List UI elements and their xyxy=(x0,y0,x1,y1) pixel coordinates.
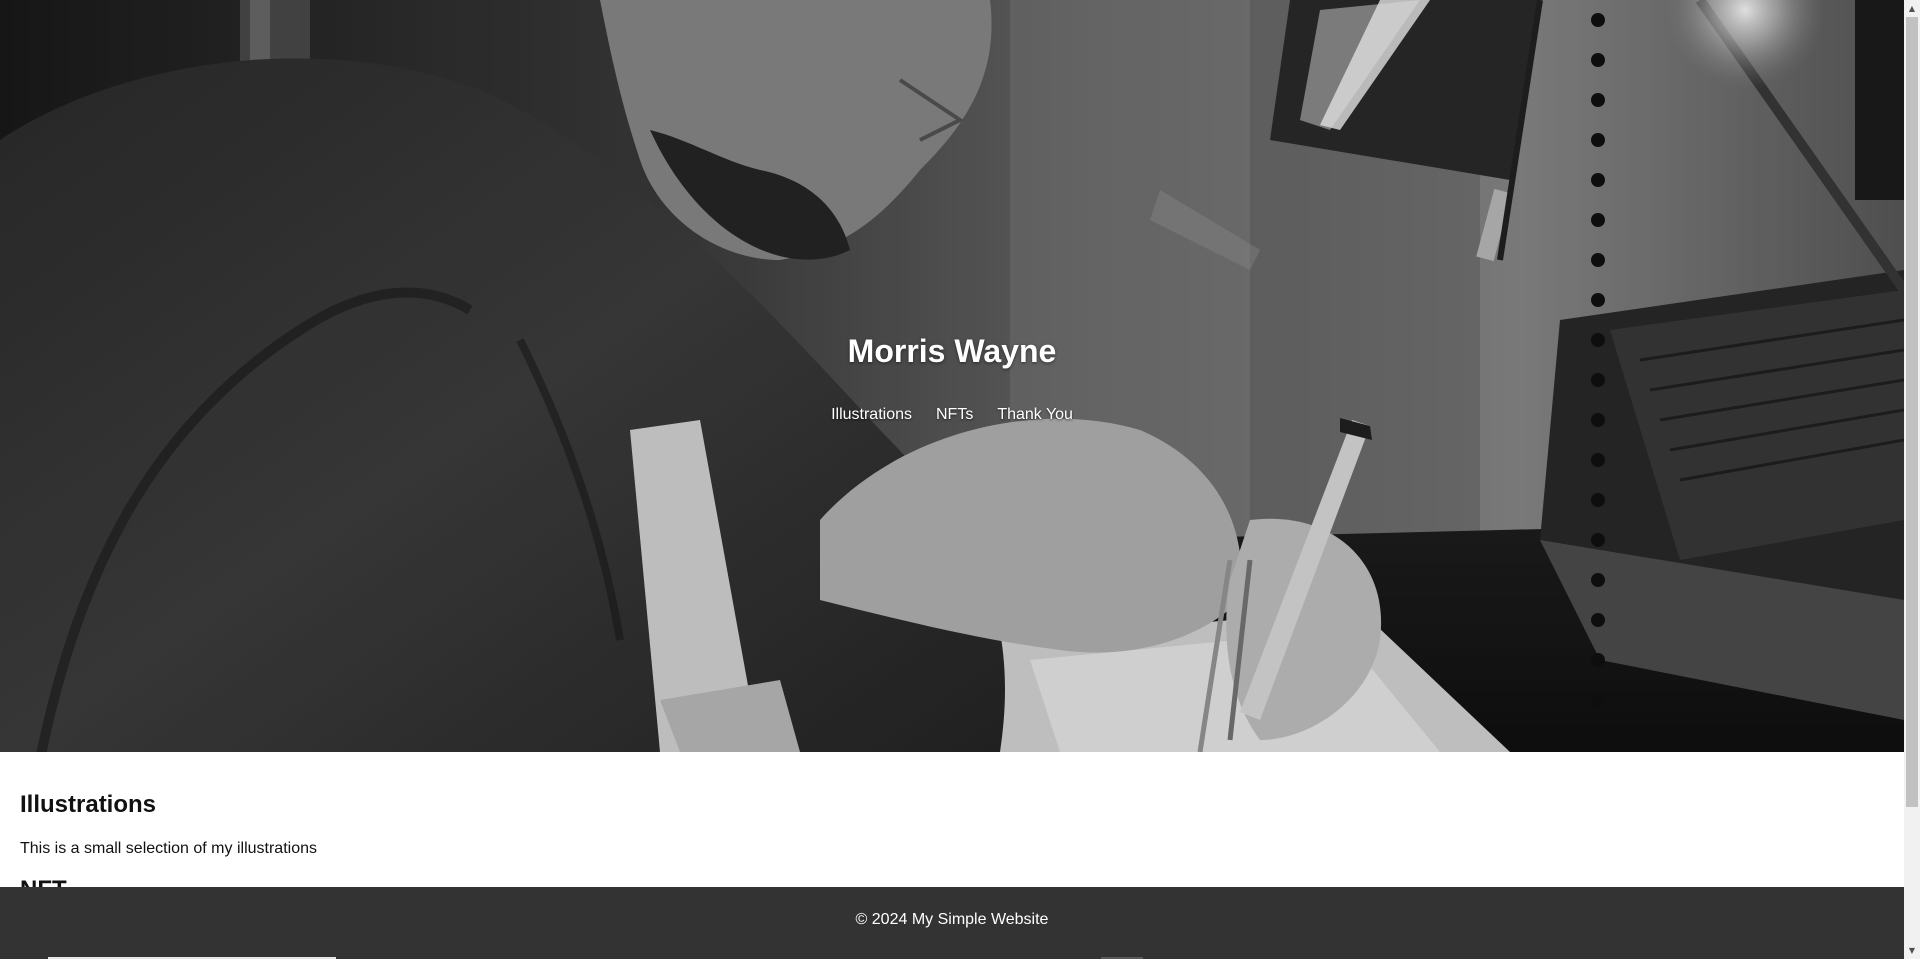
page: Morris Wayne Illustrations NFTs Thank Yo… xyxy=(0,0,1920,959)
nav-link-thank-you[interactable]: Thank You xyxy=(997,404,1073,426)
hero-banner: Morris Wayne Illustrations NFTs Thank Yo… xyxy=(0,0,1904,752)
nav-link-illustrations[interactable]: Illustrations xyxy=(831,404,912,426)
scrollbar-thumb[interactable] xyxy=(1906,17,1918,807)
illustrations-heading: Illustrations xyxy=(20,791,157,818)
scroll-down-arrow-icon[interactable]: ▼ xyxy=(1904,942,1920,959)
scroll-up-arrow-icon[interactable]: ▲ xyxy=(1904,0,1920,17)
illustrations-description: This is a small selection of my illustra… xyxy=(20,840,317,857)
page-content: Morris Wayne Illustrations NFTs Thank Yo… xyxy=(0,0,1904,959)
footer-copyright: © 2024 My Simple Website xyxy=(855,911,1049,928)
hero-text: Morris Wayne Illustrations NFTs Thank Yo… xyxy=(0,0,1904,752)
nav-link-nfts[interactable]: NFTs xyxy=(936,404,973,426)
footer: © 2024 My Simple Website xyxy=(0,887,1904,959)
vertical-scrollbar[interactable]: ▲ ▼ xyxy=(1904,0,1920,959)
main-nav: Illustrations NFTs Thank You xyxy=(0,404,1904,426)
site-title: Morris Wayne xyxy=(847,333,1057,369)
